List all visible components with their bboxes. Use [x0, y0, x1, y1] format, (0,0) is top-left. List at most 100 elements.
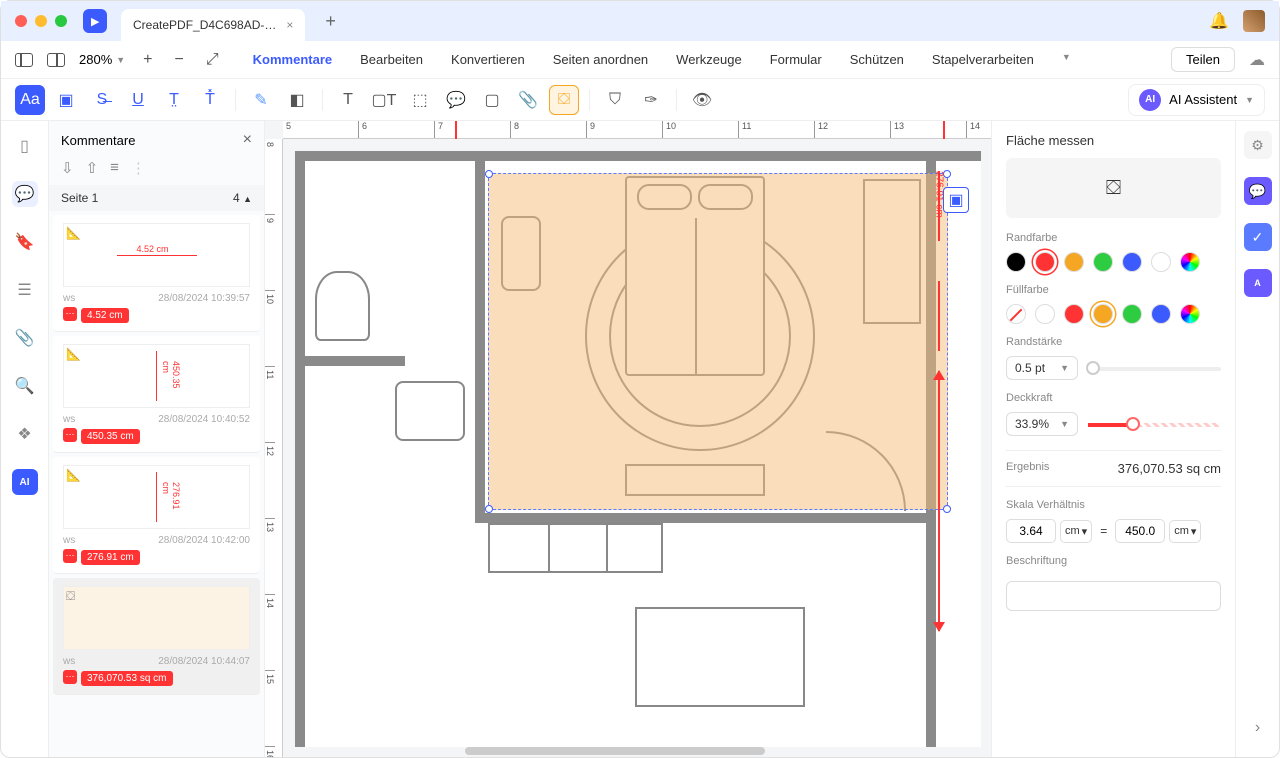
color-picker-button[interactable]: [1180, 304, 1200, 324]
comment-thumb: ⛋: [63, 586, 250, 650]
sort-comments-icon[interactable]: ⋮: [131, 159, 146, 177]
menu-schuetzen[interactable]: Schützen: [850, 52, 904, 67]
replace-text-tool[interactable]: T̽: [195, 85, 225, 115]
close-panel-icon[interactable]: ×: [243, 131, 252, 149]
close-tab-icon[interactable]: ×: [286, 18, 293, 32]
menu-stapelverarbeiten[interactable]: Stapelverarbeiten: [932, 52, 1034, 67]
color-swatch-white[interactable]: [1035, 304, 1055, 324]
search-rail-icon[interactable]: 🔍: [12, 373, 38, 399]
selection-context-icon[interactable]: ▣: [943, 187, 969, 213]
scale-to-unit-dropdown[interactable]: cm▾: [1169, 520, 1201, 543]
notifications-icon[interactable]: 🔔: [1209, 11, 1229, 31]
fields-rail-icon[interactable]: ☰: [12, 277, 38, 303]
color-swatch-none[interactable]: [1006, 304, 1026, 324]
stroke-width-slider[interactable]: [1088, 363, 1221, 373]
page-header[interactable]: Seite 1 4 ▲: [49, 185, 264, 211]
user-avatar[interactable]: [1243, 10, 1265, 32]
menu-konvertieren[interactable]: Konvertieren: [451, 52, 525, 67]
menu-werkzeuge[interactable]: Werkzeuge: [676, 52, 742, 67]
collapse-panel-icon[interactable]: ›: [1255, 719, 1260, 737]
canvas[interactable]: 567891011121314 8910111213141516: [265, 121, 991, 757]
area-selection[interactable]: [488, 173, 948, 510]
document-tab[interactable]: CreatePDF_D4C698AD-… ×: [121, 9, 305, 41]
color-swatch-black[interactable]: [1006, 252, 1026, 272]
hide-annotations-tool[interactable]: 👁: [687, 85, 717, 115]
measure-tool[interactable]: ⛋: [549, 85, 579, 115]
ai-assistant-button[interactable]: AI AI Assistent ▼: [1128, 84, 1265, 116]
comment-item-selected[interactable]: ⛋ ws28/08/2024 10:44:07 ⋯376,070.53 sq c…: [53, 578, 260, 695]
strikethrough-tool[interactable]: S̶: [87, 85, 117, 115]
zoom-dropdown[interactable]: 280% ▼: [79, 52, 125, 67]
color-picker-button[interactable]: [1180, 252, 1200, 272]
insert-text-tool[interactable]: T̤: [159, 85, 189, 115]
export-comments-icon[interactable]: ⇧: [86, 159, 99, 177]
scale-from-unit-dropdown[interactable]: cm▾: [1060, 520, 1092, 543]
import-comments-icon[interactable]: ⇩: [61, 159, 74, 177]
color-swatch-green[interactable]: [1093, 252, 1113, 272]
tasks-rail-icon[interactable]: ✓: [1244, 223, 1272, 251]
callout-tool[interactable]: ⬚: [405, 85, 435, 115]
panel-title: Fläche messen: [1006, 133, 1221, 148]
eraser-tool[interactable]: ◧: [282, 85, 312, 115]
attachment-tool[interactable]: 📎: [513, 85, 543, 115]
shape-tool[interactable]: ▢: [477, 85, 507, 115]
horizontal-scrollbar[interactable]: [465, 747, 765, 755]
menu-seiten-anordnen[interactable]: Seiten anordnen: [553, 52, 648, 67]
color-swatch-orange[interactable]: [1093, 304, 1113, 324]
text-box-tool[interactable]: ▢T: [369, 85, 399, 115]
cloud-upload-icon[interactable]: ☁: [1249, 50, 1265, 70]
scale-label: Skala Verhältnis: [1006, 499, 1221, 511]
settings-rail-icon[interactable]: ⚙: [1244, 131, 1272, 159]
note-tool[interactable]: 💬: [441, 85, 471, 115]
ai-rail-icon[interactable]: AI: [12, 469, 38, 495]
scale-from-input[interactable]: [1006, 519, 1056, 543]
scale-to-input[interactable]: [1115, 519, 1165, 543]
signature-tool[interactable]: ✑: [636, 85, 666, 115]
menu-bearbeiten[interactable]: Bearbeiten: [360, 52, 423, 67]
comment-item[interactable]: 📐4.52 cm ws28/08/2024 10:39:57 ⋯4.52 cm: [53, 215, 260, 332]
opacity-dropdown[interactable]: 33.9%▼: [1006, 412, 1078, 436]
share-button[interactable]: Teilen: [1171, 47, 1235, 72]
caption-input[interactable]: [1006, 581, 1221, 611]
zoom-fit-icon[interactable]: ⤢: [202, 51, 223, 69]
maximize-window[interactable]: [55, 15, 67, 27]
color-swatch-orange[interactable]: [1064, 252, 1084, 272]
bookmarks-rail-icon[interactable]: 🔖: [12, 229, 38, 255]
text-tool[interactable]: Aa: [15, 85, 45, 115]
pen-tool[interactable]: ✎: [246, 85, 276, 115]
ruler-marker: [455, 121, 457, 139]
comment-item[interactable]: 📐276.91 cm ws28/08/2024 10:42:00 ⋯276.91…: [53, 457, 260, 574]
sidebar-toggle-icon[interactable]: [15, 53, 33, 67]
stroke-width-dropdown[interactable]: 0.5 pt▼: [1006, 356, 1078, 380]
menu-formular[interactable]: Formular: [770, 52, 822, 67]
stamp-tool[interactable]: ⛉: [600, 85, 630, 115]
underline-tool[interactable]: U: [123, 85, 153, 115]
color-swatch-green[interactable]: [1122, 304, 1142, 324]
zoom-in-button[interactable]: +: [139, 51, 156, 69]
filter-comments-icon[interactable]: ≡: [110, 159, 119, 177]
comments-rail-icon[interactable]: 💬: [12, 181, 38, 207]
layout-toggle-icon[interactable]: [47, 53, 65, 67]
attachments-rail-icon[interactable]: 📎: [12, 325, 38, 351]
color-swatch-red[interactable]: [1035, 252, 1055, 272]
add-text-tool[interactable]: T: [333, 85, 363, 115]
ai-chat-rail-icon[interactable]: 💬: [1244, 177, 1272, 205]
highlight-area-tool[interactable]: ▣: [51, 85, 81, 115]
add-tab-button[interactable]: +: [325, 11, 336, 32]
minimize-window[interactable]: [35, 15, 47, 27]
resize-handle[interactable]: [485, 170, 493, 178]
close-window[interactable]: [15, 15, 27, 27]
zoom-out-button[interactable]: −: [171, 51, 188, 69]
opacity-slider[interactable]: [1088, 419, 1221, 429]
color-swatch-blue[interactable]: [1151, 304, 1171, 324]
menu-kommentare[interactable]: Kommentare: [253, 52, 332, 67]
comments-list[interactable]: 📐4.52 cm ws28/08/2024 10:39:57 ⋯4.52 cm …: [49, 211, 264, 757]
color-swatch-red[interactable]: [1064, 304, 1084, 324]
ai-translate-rail-icon[interactable]: A: [1244, 269, 1272, 297]
color-swatch-white[interactable]: [1151, 252, 1171, 272]
resize-handle[interactable]: [485, 505, 493, 513]
comment-item[interactable]: 📐450.35 cm ws28/08/2024 10:40:52 ⋯450.35…: [53, 336, 260, 453]
color-swatch-blue[interactable]: [1122, 252, 1142, 272]
layers-rail-icon[interactable]: ❖: [12, 421, 38, 447]
thumbnails-rail-icon[interactable]: ▯: [12, 133, 38, 159]
